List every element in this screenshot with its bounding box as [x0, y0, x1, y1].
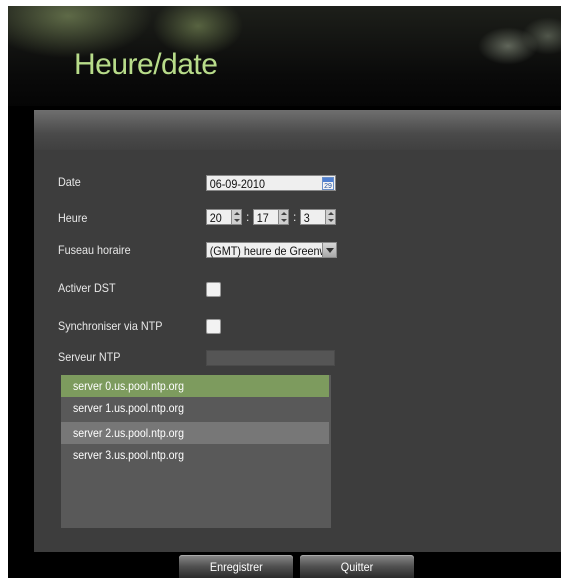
chevron-down-icon[interactable] — [322, 243, 336, 257]
time-separator: : — [246, 210, 250, 224]
ntp-server-list[interactable]: server 0.us.pool.ntp.org server 1.us.poo… — [61, 375, 331, 528]
ntp-sync-checkbox[interactable] — [206, 319, 221, 334]
minute-value: 17 — [256, 211, 269, 225]
hour-spin-icon[interactable] — [231, 210, 241, 224]
save-button[interactable]: Enregistrer — [179, 555, 293, 578]
timezone-label: Fuseau horaire — [58, 243, 131, 257]
ntp-sync-label: Synchroniser via NTP — [58, 319, 163, 333]
second-spin-icon[interactable] — [325, 210, 335, 224]
second-value: 3 — [303, 211, 310, 225]
minute-spin-icon[interactable] — [278, 210, 288, 224]
minute-stepper[interactable]: 17 — [253, 209, 289, 225]
list-item[interactable]: server 2.us.pool.ntp.org — [61, 422, 329, 444]
hour-stepper[interactable]: 20 — [206, 209, 242, 225]
page-title: Heure/date — [74, 48, 218, 81]
date-value: 06-09-2010 — [209, 177, 265, 191]
quit-button[interactable]: Quitter — [300, 555, 414, 578]
calendar-icon[interactable]: 29 — [322, 177, 334, 190]
hour-value: 20 — [209, 211, 222, 225]
time-separator: : — [293, 210, 297, 224]
ntp-server-label: Serveur NTP — [58, 350, 121, 364]
ntp-server-input[interactable] — [206, 350, 335, 366]
header-banner: Heure/date — [8, 6, 561, 106]
timezone-value: (GMT) heure de Greenwi — [209, 244, 330, 258]
timezone-select[interactable]: (GMT) heure de Greenwi — [206, 242, 337, 258]
list-item[interactable]: server 1.us.pool.ntp.org — [61, 397, 329, 419]
panel-header-bar — [34, 110, 561, 150]
list-item[interactable]: server 0.us.pool.ntp.org — [61, 375, 329, 397]
date-field[interactable]: 06-09-2010 29 — [206, 175, 336, 191]
dst-label: Activer DST — [58, 281, 116, 295]
dst-checkbox[interactable] — [206, 282, 221, 297]
second-stepper[interactable]: 3 — [300, 209, 336, 225]
list-item[interactable]: server 3.us.pool.ntp.org — [61, 444, 329, 466]
dialog-window: Heure/date Date 06-09-2010 29 Heure 20 :… — [8, 6, 561, 578]
time-label: Heure — [58, 211, 88, 225]
settings-panel: Date 06-09-2010 29 Heure 20 : 17 : 3 Fus… — [34, 110, 561, 552]
date-label: Date — [58, 175, 81, 189]
